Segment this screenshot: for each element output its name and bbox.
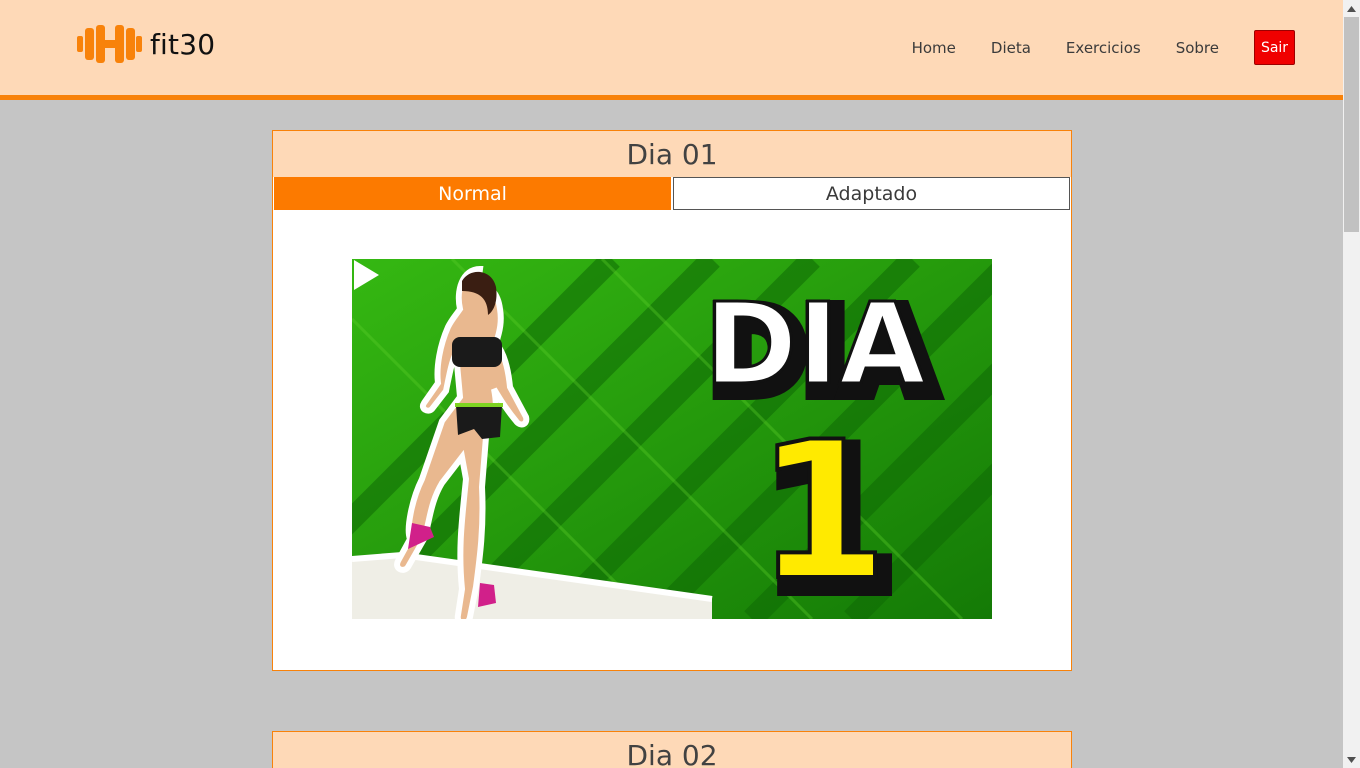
day-card: Dia 02 [272, 731, 1072, 768]
dumbbell-icon [77, 25, 142, 63]
logout-button[interactable]: Sair [1254, 30, 1295, 65]
header: fit30 Home Dieta Exercicios Sobre Sair [0, 0, 1343, 100]
tab-adaptado[interactable]: Adaptado [673, 177, 1070, 210]
thumbnail-art: DIA DIA 1 1 [352, 259, 992, 619]
thumb-num-text: 1 [756, 401, 888, 619]
logo[interactable]: fit30 [76, 24, 215, 64]
scrollbar-thumb[interactable] [1344, 17, 1359, 232]
nav-home[interactable]: Home [912, 39, 956, 57]
main-nav: Home Dieta Exercicios Sobre Sair [877, 30, 1295, 65]
page: fit30 Home Dieta Exercicios Sobre Sair D… [0, 0, 1343, 768]
day-title: Dia 01 [273, 131, 1071, 177]
tab-normal[interactable]: Normal [274, 177, 671, 210]
nav-dieta[interactable]: Dieta [991, 39, 1031, 57]
logo-text: fit30 [150, 27, 216, 61]
day-card: Dia 01 Normal Adaptado DIA DIA 1 1 [272, 130, 1072, 671]
play-icon[interactable] [352, 259, 380, 291]
nav-exercicios[interactable]: Exercicios [1066, 39, 1141, 57]
scroll-up-icon[interactable] [1343, 0, 1360, 17]
day-title: Dia 02 [273, 732, 1071, 768]
thumb-dia-text: DIA [704, 280, 926, 410]
scroll-down-icon[interactable] [1343, 751, 1360, 768]
workout-tabs: Normal Adaptado [273, 177, 1071, 210]
video-thumbnail[interactable]: DIA DIA 1 1 [352, 259, 992, 619]
nav-sobre[interactable]: Sobre [1176, 39, 1219, 57]
scrollbar[interactable] [1343, 0, 1360, 768]
